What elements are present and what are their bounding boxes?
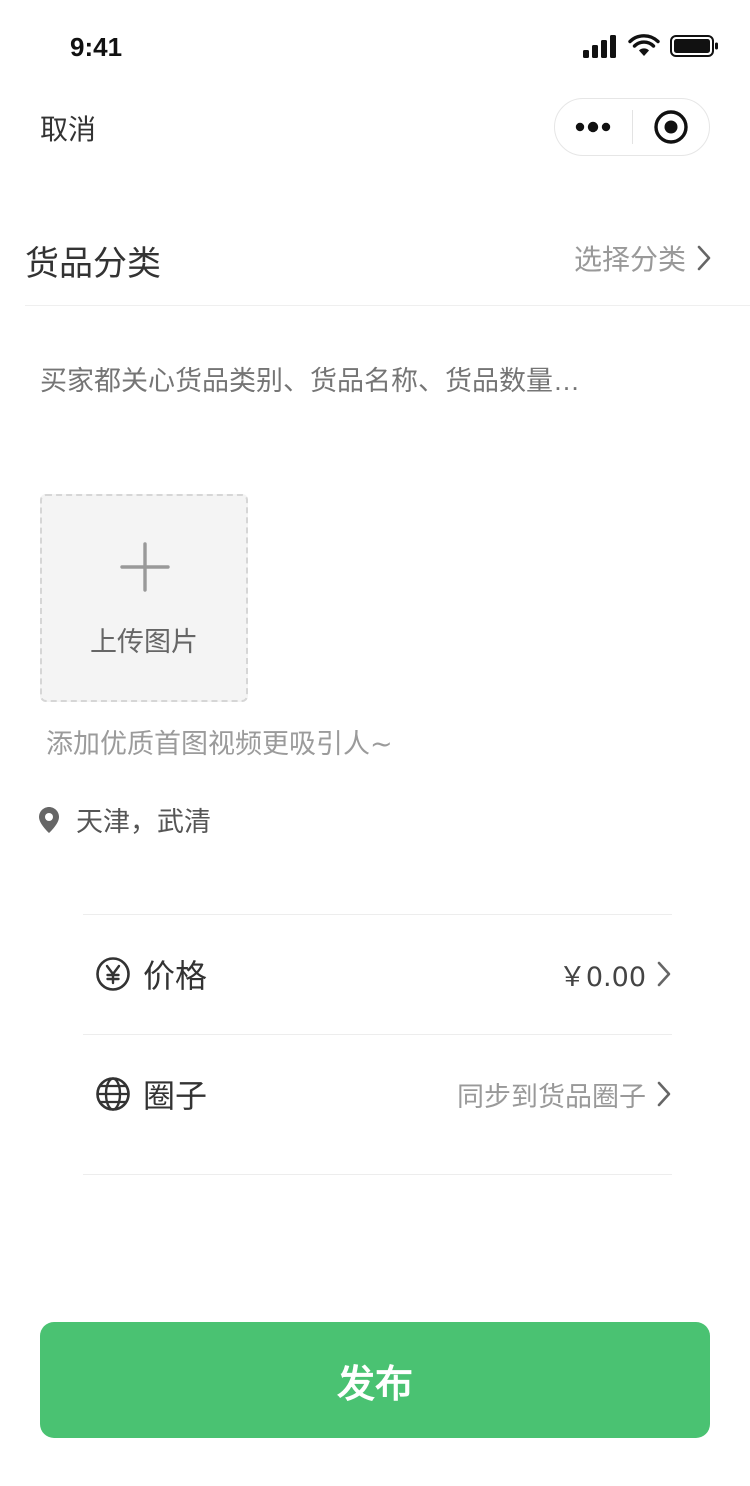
more-icon xyxy=(576,121,611,133)
chevron-right-icon xyxy=(657,961,671,987)
status-icons xyxy=(582,32,720,60)
price-label: 价格 xyxy=(143,957,208,995)
close-miniprogram-button[interactable] xyxy=(633,99,710,155)
publish-button[interactable]: 发布 xyxy=(40,1322,710,1438)
circle-value: 同步到货品圈子 xyxy=(457,1081,646,1113)
divider xyxy=(83,1034,672,1035)
plus-icon xyxy=(120,542,170,592)
target-icon xyxy=(654,110,688,144)
chevron-right-icon xyxy=(657,1081,671,1107)
chevron-right-icon xyxy=(697,245,711,271)
divider xyxy=(25,305,750,306)
battery-icon xyxy=(670,35,718,57)
location-text: 天津，武清 xyxy=(76,807,211,838)
upload-hint: 添加优质首图视频更吸引人~ xyxy=(46,729,393,760)
price-value: ￥0.00 xyxy=(558,961,646,993)
yuan-icon xyxy=(96,957,130,991)
category-select[interactable]: 选择分类 xyxy=(574,238,712,278)
miniprogram-capsule xyxy=(554,98,710,156)
category-select-label: 选择分类 xyxy=(573,243,686,276)
upload-image-button[interactable]: 上传图片 xyxy=(40,494,248,702)
divider xyxy=(83,914,672,915)
circle-label: 圈子 xyxy=(143,1077,208,1115)
price-row[interactable]: 价格 ￥0.00 xyxy=(95,944,672,1004)
more-button[interactable] xyxy=(555,99,632,155)
cancel-button[interactable]: 取消 xyxy=(40,108,96,148)
circle-row[interactable]: 圈子 同步到货品圈子 xyxy=(95,1064,672,1124)
upload-label: 上传图片 xyxy=(90,627,198,658)
description-input[interactable] xyxy=(40,366,710,397)
signal-icon xyxy=(583,35,616,58)
wifi-icon xyxy=(628,34,660,56)
location[interactable]: 天津，武清 xyxy=(38,800,211,839)
status-time: 9:41 xyxy=(70,32,123,62)
category-title: 货品分类 xyxy=(25,244,161,284)
globe-icon xyxy=(96,1077,130,1111)
divider xyxy=(83,1174,672,1175)
location-pin-icon xyxy=(39,806,59,833)
